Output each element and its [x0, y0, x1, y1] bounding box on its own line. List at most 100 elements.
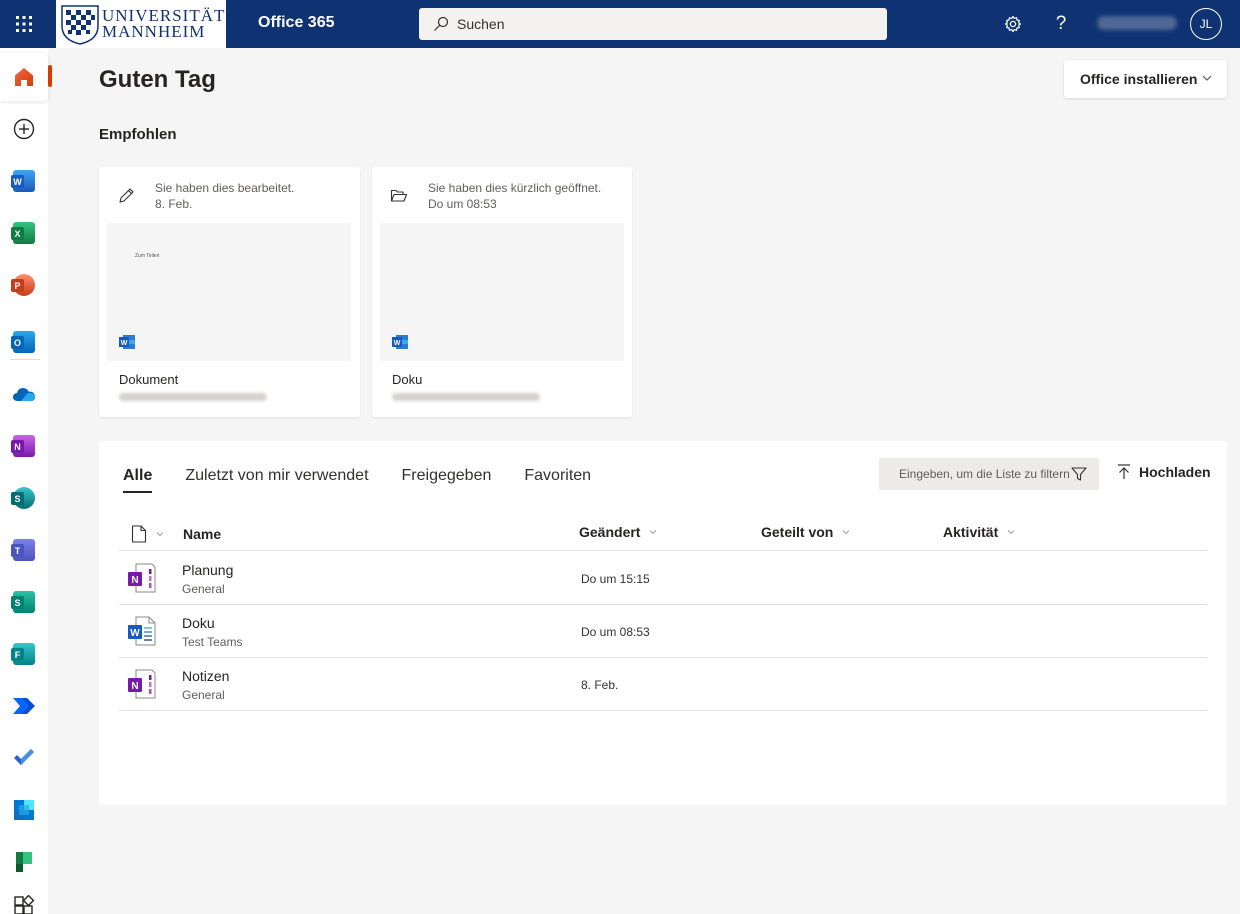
outlook-icon: O — [11, 331, 35, 353]
chevron-down-icon — [650, 530, 657, 535]
card-activity: Sie haben dies kürzlich geöffnet. Do um … — [428, 180, 601, 212]
file-location: General — [182, 582, 225, 596]
rail-excel[interactable]: X — [0, 209, 48, 257]
planner-icon — [16, 852, 32, 872]
filter-input[interactable]: Eingeben, um die Liste zu filtern — [879, 458, 1099, 490]
forms-icon: F — [11, 643, 35, 665]
rail-create[interactable] — [0, 105, 48, 153]
card-activity-date: Do um 08:53 — [428, 197, 497, 211]
upload-button[interactable]: Hochladen — [1117, 464, 1211, 480]
word-file-icon: W — [119, 335, 135, 349]
card-activity-date: 8. Feb. — [155, 197, 193, 211]
column-shared-by-label: Geteilt von — [761, 524, 834, 540]
svg-text:W: W — [121, 340, 128, 347]
files-panel: Alle Zuletzt von mir verwendet Freigegeb… — [99, 441, 1227, 805]
file-type-column[interactable] — [131, 525, 165, 543]
recommended-card[interactable]: Sie haben dies bearbeitet. 8. Feb. Zum T… — [99, 167, 360, 417]
table-row[interactable]: W Doku Test Teams Do um 08:53 — [119, 605, 1207, 658]
card-activity-text: Sie haben dies bearbeitet. — [155, 181, 295, 195]
rail-powerpoint[interactable]: P — [0, 261, 48, 309]
file-location: Test Teams — [182, 635, 243, 649]
rail-word[interactable]: W — [0, 157, 48, 205]
rail-home[interactable] — [0, 53, 48, 101]
rail-power-automate[interactable] — [0, 682, 48, 730]
column-activity[interactable]: Aktivität — [943, 524, 1016, 540]
rail-onenote[interactable]: N — [0, 422, 48, 470]
rail-all-apps[interactable] — [0, 882, 48, 914]
word-file-icon: W — [128, 616, 156, 646]
university-logo[interactable]: UNIVERSITÄT MANNHEIM — [56, 0, 226, 48]
tab-recent[interactable]: Zuletzt von mir verwendet — [185, 467, 368, 493]
tab-favorites[interactable]: Favoriten — [524, 467, 591, 493]
active-rail-indicator — [48, 65, 52, 87]
rail-forms[interactable]: F — [0, 630, 48, 678]
rail-outlook[interactable]: O — [0, 318, 48, 366]
file-modified: 8. Feb. — [581, 678, 619, 692]
app-name[interactable]: Office 365 — [258, 14, 334, 32]
rail-sway[interactable]: S — [0, 578, 48, 626]
app-launcher-icon[interactable] — [0, 0, 48, 48]
settings-gear-icon[interactable] — [989, 0, 1037, 48]
column-name[interactable]: Name — [183, 526, 221, 542]
recommended-heading: Empfohlen — [99, 126, 177, 143]
onenote-icon: N — [11, 435, 35, 457]
filter-placeholder: Eingeben, um die Liste zu filtern — [899, 467, 1070, 481]
recommended-card[interactable]: Sie haben dies kürzlich geöffnet. Do um … — [372, 167, 632, 417]
column-modified-label: Geändert — [579, 524, 641, 540]
rail-onedrive[interactable] — [0, 370, 48, 418]
power-automate-icon — [13, 698, 35, 714]
user-name[interactable] — [1097, 16, 1177, 30]
rail-sharepoint[interactable]: S — [0, 474, 48, 522]
avatar[interactable]: JL — [1190, 8, 1222, 40]
left-app-rail: W X P O N S T S F — [0, 48, 48, 914]
search-icon — [434, 16, 449, 31]
file-modified: Do um 08:53 — [581, 625, 650, 639]
chevron-down-icon — [1202, 75, 1212, 81]
search-box[interactable]: Suchen — [419, 8, 887, 40]
home-icon — [15, 68, 33, 86]
search-placeholder: Suchen — [457, 16, 505, 32]
onedrive-icon — [13, 388, 35, 401]
card-activity: Sie haben dies bearbeitet. 8. Feb. — [155, 180, 294, 212]
column-shared-by[interactable]: Geteilt von — [761, 524, 851, 540]
rail-todo[interactable] — [0, 734, 48, 782]
folder-open-icon — [390, 189, 408, 202]
rail-teams[interactable]: T — [0, 526, 48, 574]
upload-arrow-icon — [1118, 464, 1130, 479]
file-name[interactable]: Planung — [182, 562, 233, 578]
file-name[interactable]: Notizen — [182, 668, 229, 684]
thumbnail-text: Zum Teilen — [135, 253, 160, 259]
document-thumbnail[interactable]: W — [380, 223, 624, 361]
table-row[interactable]: N Planung General Do um 15:15 — [119, 552, 1207, 605]
word-file-icon: W — [392, 335, 408, 349]
todo-icon — [14, 749, 34, 765]
table-row[interactable]: N Notizen General 8. Feb. — [119, 658, 1207, 711]
crest-icon — [61, 5, 99, 45]
file-type-icon — [131, 525, 147, 543]
column-modified[interactable]: Geändert — [579, 524, 658, 540]
rail-planner[interactable] — [0, 838, 48, 886]
column-activity-label: Aktivität — [943, 524, 999, 540]
filter-icon — [1071, 467, 1087, 481]
svg-text:N: N — [131, 575, 138, 586]
chevron-down-icon — [1007, 530, 1015, 535]
tab-all[interactable]: Alle — [123, 467, 153, 493]
install-office-label: Office installieren — [1080, 71, 1198, 87]
tab-shared[interactable]: Freigegeben — [402, 467, 492, 493]
card-title: Dokument — [119, 372, 179, 387]
upload-label: Hochladen — [1139, 464, 1211, 480]
logo-wordmark: UNIVERSITÄT MANNHEIM — [102, 7, 225, 40]
help-icon[interactable]: ? — [1037, 0, 1085, 48]
card-title: Doku — [392, 372, 423, 387]
files-tabs: Alle Zuletzt von mir verwendet Freigegeb… — [123, 467, 624, 493]
install-office-button[interactable]: Office installieren — [1064, 60, 1227, 98]
rail-stream[interactable] — [0, 786, 48, 834]
onenote-file-icon: N — [128, 563, 156, 593]
file-name[interactable]: Doku — [182, 615, 215, 631]
chevron-down-icon — [156, 532, 164, 537]
document-thumbnail[interactable]: Zum Teilen W — [107, 223, 351, 361]
svg-text:W: W — [394, 340, 401, 347]
teams-icon: T — [11, 539, 35, 561]
onenote-file-icon: N — [128, 669, 156, 699]
card-location — [119, 393, 267, 401]
